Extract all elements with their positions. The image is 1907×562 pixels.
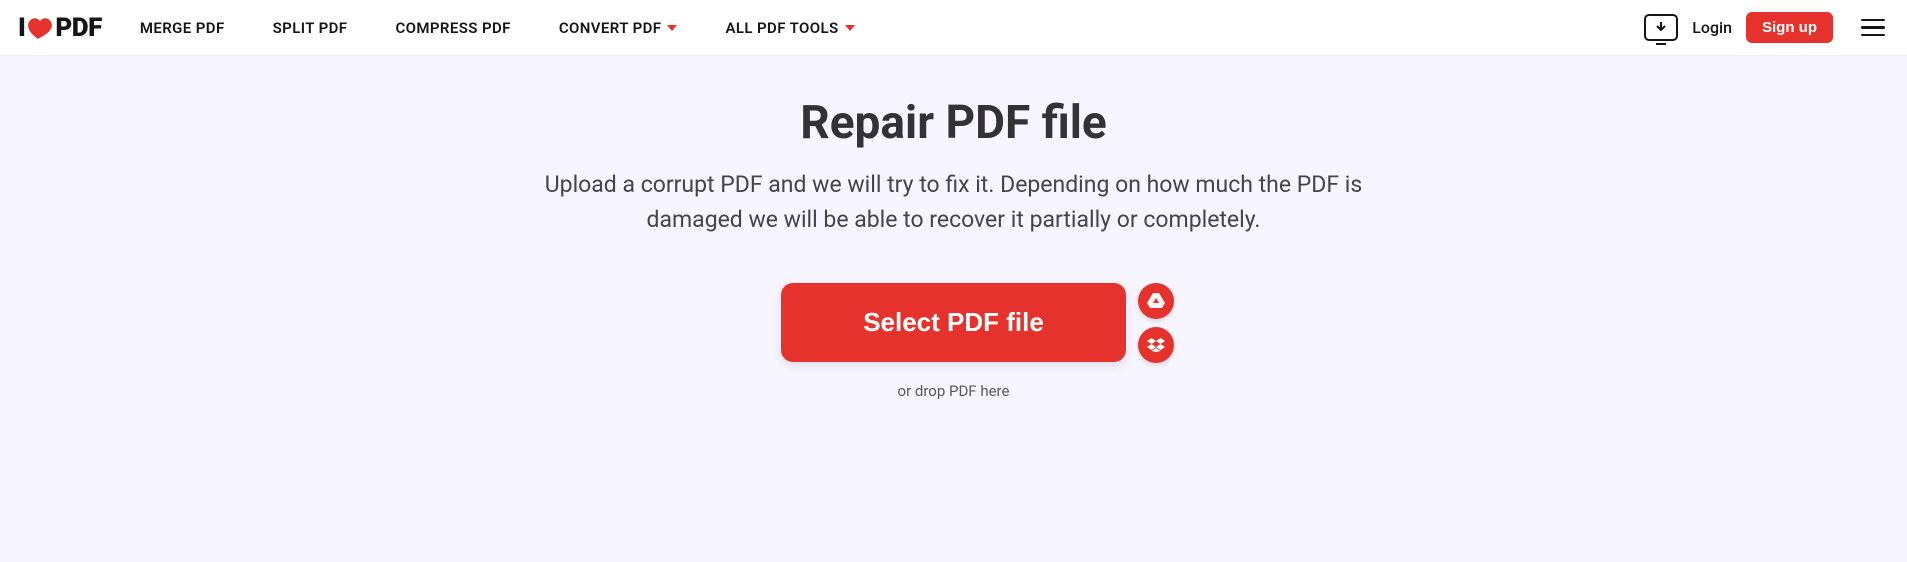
hamburger-menu-button[interactable]: [1857, 15, 1889, 41]
nav-compress[interactable]: COMPRESS PDF: [395, 19, 510, 37]
nav-all-tools[interactable]: ALL PDF TOOLS: [725, 19, 854, 37]
main-nav: MERGE PDF SPLIT PDF COMPRESS PDF CONVERT…: [140, 19, 855, 37]
caret-down-icon: [667, 25, 677, 31]
page-subtitle: Upload a corrupt PDF and we will try to …: [524, 168, 1384, 237]
google-drive-button[interactable]: [1138, 283, 1174, 319]
download-icon: [1654, 21, 1668, 35]
header-actions: Login Sign up: [1644, 12, 1889, 43]
logo-prefix: I: [18, 13, 25, 43]
desktop-download-button[interactable]: [1644, 14, 1678, 41]
page-title: Repair PDF file: [800, 96, 1107, 150]
cloud-upload-buttons: [1138, 283, 1174, 363]
drop-hint: or drop PDF here: [898, 382, 1010, 400]
heart-icon: [27, 16, 53, 40]
logo[interactable]: I PDF: [18, 13, 102, 43]
login-link[interactable]: Login: [1692, 18, 1732, 37]
main-content: Repair PDF file Upload a corrupt PDF and…: [0, 56, 1907, 400]
nav-convert[interactable]: CONVERT PDF: [559, 19, 678, 37]
nav-split[interactable]: SPLIT PDF: [273, 19, 348, 37]
logo-suffix: PDF: [55, 13, 101, 43]
google-drive-icon: [1147, 293, 1165, 309]
select-file-button[interactable]: Select PDF file: [781, 283, 1126, 362]
dropbox-button[interactable]: [1138, 327, 1174, 363]
nav-merge[interactable]: MERGE PDF: [140, 19, 225, 37]
main-header: I PDF MERGE PDF SPLIT PDF COMPRESS PDF C…: [0, 0, 1907, 56]
caret-down-icon: [845, 25, 855, 31]
signup-button[interactable]: Sign up: [1746, 12, 1833, 43]
dropbox-icon: [1147, 337, 1165, 353]
upload-controls: Select PDF file: [781, 283, 1126, 362]
